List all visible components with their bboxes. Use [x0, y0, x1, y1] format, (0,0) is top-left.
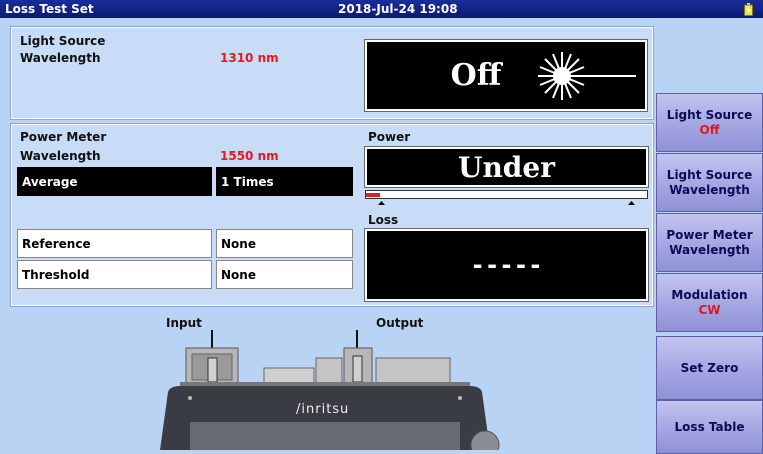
average-label-field[interactable]: Average: [17, 167, 212, 196]
app-title: Loss Test Set: [5, 2, 94, 16]
power-value: Under: [458, 150, 555, 184]
light-source-status-display: Off: [364, 39, 648, 112]
average-value-field[interactable]: 1 Times: [216, 167, 353, 196]
softkey-power-meter-wavelength[interactable]: Power Meter Wavelength: [656, 213, 763, 272]
light-source-status: Off: [450, 58, 502, 93]
softkey-modulation-value: CW: [698, 302, 721, 317]
battery-icon: [744, 3, 753, 16]
softkey-loss-table[interactable]: Loss Table: [656, 400, 763, 454]
power-level-fill: [366, 193, 381, 197]
threshold-value-field[interactable]: None: [216, 260, 353, 289]
laser-icon: [538, 52, 636, 100]
softkey-set-zero-label: Set Zero: [680, 360, 739, 375]
reference-label-field[interactable]: Reference: [17, 229, 212, 258]
softkey-modulation-label: Modulation: [671, 287, 748, 302]
bar-left-marker-icon: [378, 201, 385, 205]
softkey-set-zero[interactable]: Set Zero: [656, 336, 763, 400]
softkey-light-source-label: Light Source: [666, 107, 753, 122]
loss-label: Loss: [368, 213, 399, 227]
light-source-wavelength-label: Wavelength: [20, 51, 101, 65]
softkey-light-source-wavelength-line1: Light Source: [666, 167, 753, 182]
power-meter-wavelength-label: Wavelength: [20, 149, 101, 163]
power-display: Under: [364, 146, 649, 188]
brand-logo: /inritsu: [296, 402, 350, 417]
power-level-bar: [365, 190, 648, 199]
softkey-light-source-wavelength[interactable]: Light Source Wavelength: [656, 153, 763, 212]
datetime: 2018-Jul-24 19:08: [338, 2, 458, 16]
softkey-power-meter-wavelength-line2: Wavelength: [669, 242, 750, 257]
loss-display: -----: [364, 228, 649, 302]
instrument-illustration: [160, 330, 500, 450]
loss-value: -----: [470, 251, 543, 279]
light-source-wavelength-value: 1310 nm: [220, 51, 279, 65]
softkey-light-source[interactable]: Light Source Off: [656, 93, 763, 152]
bar-right-marker-icon: [628, 201, 635, 205]
power-meter-wavelength-value: 1550 nm: [220, 149, 279, 163]
power-label: Power: [368, 130, 411, 144]
softkey-modulation[interactable]: Modulation CW: [656, 273, 763, 332]
softkey-power-meter-wavelength-line1: Power Meter: [666, 227, 753, 242]
light-source-heading: Light Source: [20, 34, 106, 48]
reference-value-field[interactable]: None: [216, 229, 353, 258]
threshold-label-field[interactable]: Threshold: [17, 260, 212, 289]
output-label: Output: [376, 316, 424, 330]
softkey-light-source-value: Off: [699, 122, 720, 137]
power-meter-heading: Power Meter: [20, 130, 107, 144]
input-label: Input: [166, 316, 202, 330]
softkey-loss-table-label: Loss Table: [674, 419, 745, 434]
title-bar: Loss Test Set 2018-Jul-24 19:08: [0, 0, 763, 18]
softkey-light-source-wavelength-line2: Wavelength: [669, 182, 750, 197]
